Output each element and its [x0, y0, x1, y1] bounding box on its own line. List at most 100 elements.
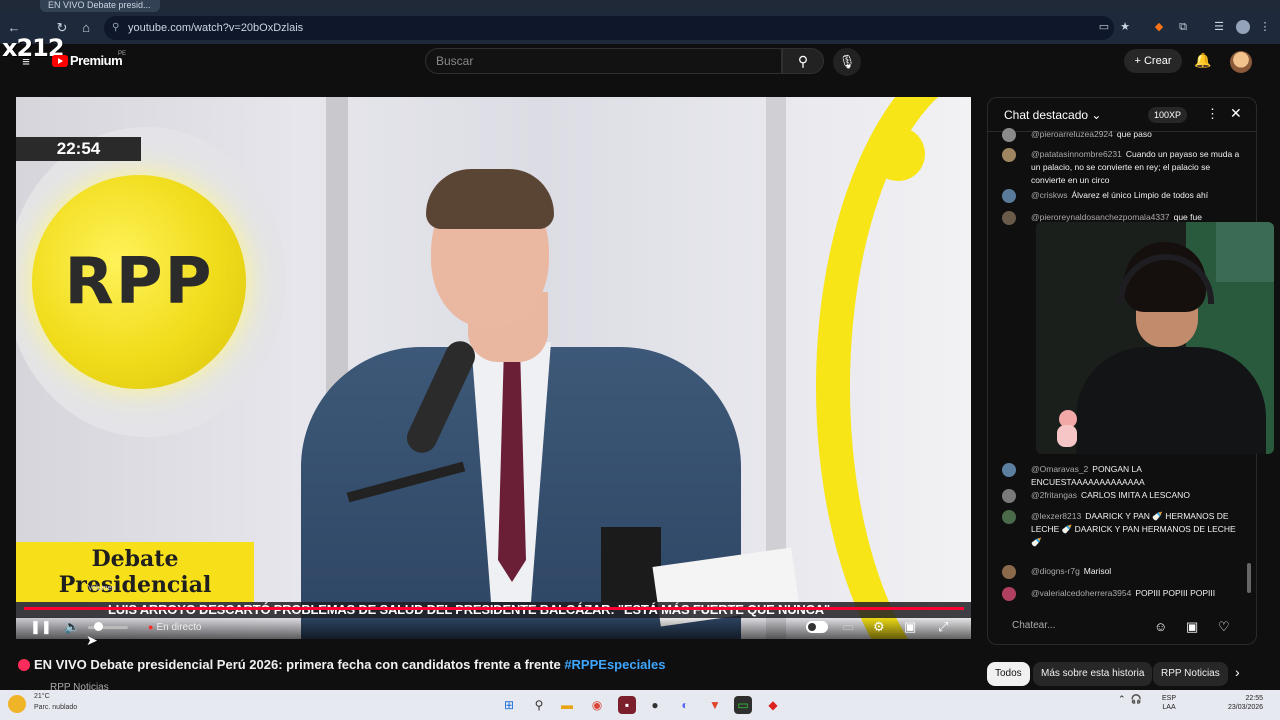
site-info-icon[interactable]: ⚲ [112, 16, 119, 40]
chevron-right-icon[interactable]: › [1235, 664, 1240, 680]
search-icon[interactable]: ⚲ [530, 696, 548, 714]
super-chat-icon[interactable]: ▣ [1186, 619, 1198, 635]
chat-author[interactable]: @2fritangas [1031, 490, 1077, 500]
search-button[interactable]: ⚲ [782, 48, 824, 74]
app-icon-vivaldi[interactable]: ◆ [764, 696, 782, 714]
discord-icon[interactable]: ◐ [676, 696, 694, 714]
account-avatar[interactable] [1230, 51, 1252, 73]
mouse-cursor-icon: ➤ [86, 632, 98, 648]
voice-search-button[interactable]: 🎙 [833, 48, 861, 76]
live-indicator[interactable]: En directo [148, 619, 201, 636]
chat-message[interactable]: @pieroarreluzea2924 que paso [1002, 128, 1242, 142]
chat-header: Chat destacado ⌄ 100XP ⋮ ✕ [988, 98, 1256, 132]
chip-more-story[interactable]: Más sobre esta historia [1033, 662, 1153, 686]
hashtag-link[interactable]: #RPPEspeciales [564, 657, 665, 672]
extension-icon[interactable]: ◆ [1152, 20, 1166, 34]
emoji-icon[interactable]: ☺ [1154, 619, 1167, 634]
chat-scrollbar[interactable] [1247, 563, 1251, 593]
youtube-header: x212 ≡ Premium PE Buscar ⚲ 🎙 + Crear 🔔 [0, 34, 1280, 84]
video-player[interactable]: RPP 22:54 Debate Presidencial Volumen LU… [16, 97, 971, 639]
chat-message[interactable]: @diogns-r7g Marisol [1002, 565, 1242, 579]
chat-avatar[interactable] [1002, 463, 1016, 477]
chat-text: Marisol [1083, 566, 1112, 576]
chat-message[interactable]: @2fritangas CARLOS IMITA A LESCANO [1002, 489, 1242, 503]
chat-input[interactable]: Chatear... [1002, 615, 1162, 637]
video-title-text: EN VIVO Debate presidencial Perú 2026: p… [34, 657, 561, 672]
browser-tab-active[interactable]: EN VIVO Debate presid... [40, 0, 160, 12]
chat-avatar[interactable] [1002, 489, 1016, 503]
tab-search-icon[interactable]: ☰ [1212, 20, 1226, 34]
chat-message[interactable]: @patatasinnombre6231 Cuando un payaso se … [1002, 148, 1242, 187]
youtube-logo-icon[interactable] [52, 55, 68, 67]
url-bar[interactable]: ⚲ youtube.com/watch?v=20bOxDzlais [104, 16, 1114, 40]
xp-badge[interactable]: 100XP [1148, 107, 1188, 123]
chat-avatar[interactable] [1002, 565, 1016, 579]
hamburger-menu-icon[interactable]: ≡ [16, 52, 36, 72]
language-indicator[interactable]: ESP LAA [1162, 694, 1176, 712]
heart-icon[interactable]: ♡ [1218, 619, 1230, 635]
chat-message[interactable]: @lexzer8213 DAARICK Y PAN 🍼 HERMANOS DE L… [1002, 510, 1242, 549]
settings-gear-icon[interactable]: ⚙ [873, 619, 885, 635]
chat-author[interactable]: @pieroarreluzea2924 [1031, 129, 1113, 139]
weather-sun-icon [8, 695, 26, 713]
webcam-background-light [1216, 222, 1274, 282]
chat-author[interactable]: @valerialcedoherrera3954 [1031, 588, 1131, 598]
cast-icon[interactable]: ▭ [1097, 20, 1111, 34]
chat-avatar[interactable] [1002, 128, 1016, 142]
obs-icon[interactable]: ● [646, 696, 664, 714]
chevron-down-icon: ⌄ [1091, 108, 1102, 122]
notifications-bell-icon[interactable]: 🔔 [1194, 52, 1211, 69]
chat-author[interactable]: @lexzer8213 [1031, 511, 1081, 521]
premium-label[interactable]: Premium [70, 53, 123, 68]
program-title-line2: Presidencial [58, 572, 212, 598]
system-tray[interactable]: ⌃ 🎧 [1118, 694, 1142, 705]
chat-mode-dropdown[interactable]: Chat destacado ⌄ [1004, 108, 1101, 122]
chat-author[interactable]: @diogns-r7g [1031, 566, 1080, 576]
volume-tooltip: Volumen [88, 585, 116, 592]
chat-message-body: @patatasinnombre6231 Cuando un payaso se … [1031, 148, 1242, 187]
chat-avatar[interactable] [1002, 587, 1016, 601]
chat-message[interactable]: @Omaravas_2 PONGAN LA ENCUESTAAAAAAAAAAAA… [1002, 463, 1242, 489]
progress-bar[interactable] [24, 607, 964, 610]
chat-message[interactable]: @criskws Álvarez el único Limpio de todos… [1002, 189, 1242, 203]
chat-author[interactable]: @pieroreynaldosanchezpomala4337 [1031, 212, 1170, 222]
chat-author[interactable]: @Omaravas_2 [1031, 464, 1088, 474]
browser-menu-icon[interactable]: ⋮ [1258, 20, 1272, 34]
chip-all[interactable]: Todos [987, 662, 1030, 686]
extensions-puzzle-icon[interactable]: ⧉ [1176, 20, 1190, 34]
miniplayer-icon[interactable]: ▣ [904, 619, 916, 635]
close-icon[interactable]: ✕ [1230, 105, 1242, 122]
chat-author[interactable]: @patatasinnombre6231 [1031, 149, 1122, 159]
autoplay-toggle[interactable] [806, 621, 828, 633]
search-input[interactable]: Buscar [425, 48, 782, 74]
chat-avatar[interactable] [1002, 211, 1016, 225]
volume-slider-handle[interactable] [94, 622, 103, 631]
chat-avatar[interactable] [1002, 189, 1016, 203]
system-clock[interactable]: 22:55 23/03/2026 [1228, 694, 1263, 712]
chat-message[interactable]: @valerialcedoherrera3954 POPIII POPIII PO… [1002, 587, 1242, 601]
subtitles-icon[interactable]: ▭ [842, 619, 854, 635]
program-title-line1: Debate [91, 546, 179, 572]
chat-avatar[interactable] [1002, 148, 1016, 162]
chat-title: Chat destacado [1004, 108, 1089, 122]
app-icon-red[interactable]: ▪ [618, 696, 636, 714]
chat-avatar[interactable] [1002, 510, 1016, 524]
pause-icon[interactable]: ❚❚ [30, 619, 52, 635]
bookmark-star-icon[interactable]: ★ [1118, 20, 1132, 34]
home-icon[interactable]: ⌂ [76, 18, 96, 38]
chip-rpp[interactable]: RPP Noticias [1153, 662, 1228, 686]
chat-text: POPIII POPIII POPIII [1135, 588, 1216, 598]
volume-icon[interactable]: 🔈 [64, 619, 80, 635]
terminal-icon[interactable]: ▭ [734, 696, 752, 714]
windows-start-icon[interactable]: ⊞ [500, 696, 518, 714]
chrome-icon[interactable]: ◉ [588, 696, 606, 714]
brave-icon[interactable]: ▼ [706, 696, 724, 714]
create-button[interactable]: + Crear [1124, 49, 1182, 73]
more-options-icon[interactable]: ⋮ [1206, 106, 1219, 122]
chat-message-body: @criskws Álvarez el único Limpio de todos… [1031, 189, 1242, 202]
file-explorer-icon[interactable]: ▬ [558, 696, 576, 714]
chat-author[interactable]: @criskws [1031, 190, 1068, 200]
profile-avatar-icon[interactable] [1236, 20, 1250, 34]
fullscreen-icon[interactable]: ⤢ [938, 619, 948, 635]
live-dot-icon [18, 659, 30, 671]
